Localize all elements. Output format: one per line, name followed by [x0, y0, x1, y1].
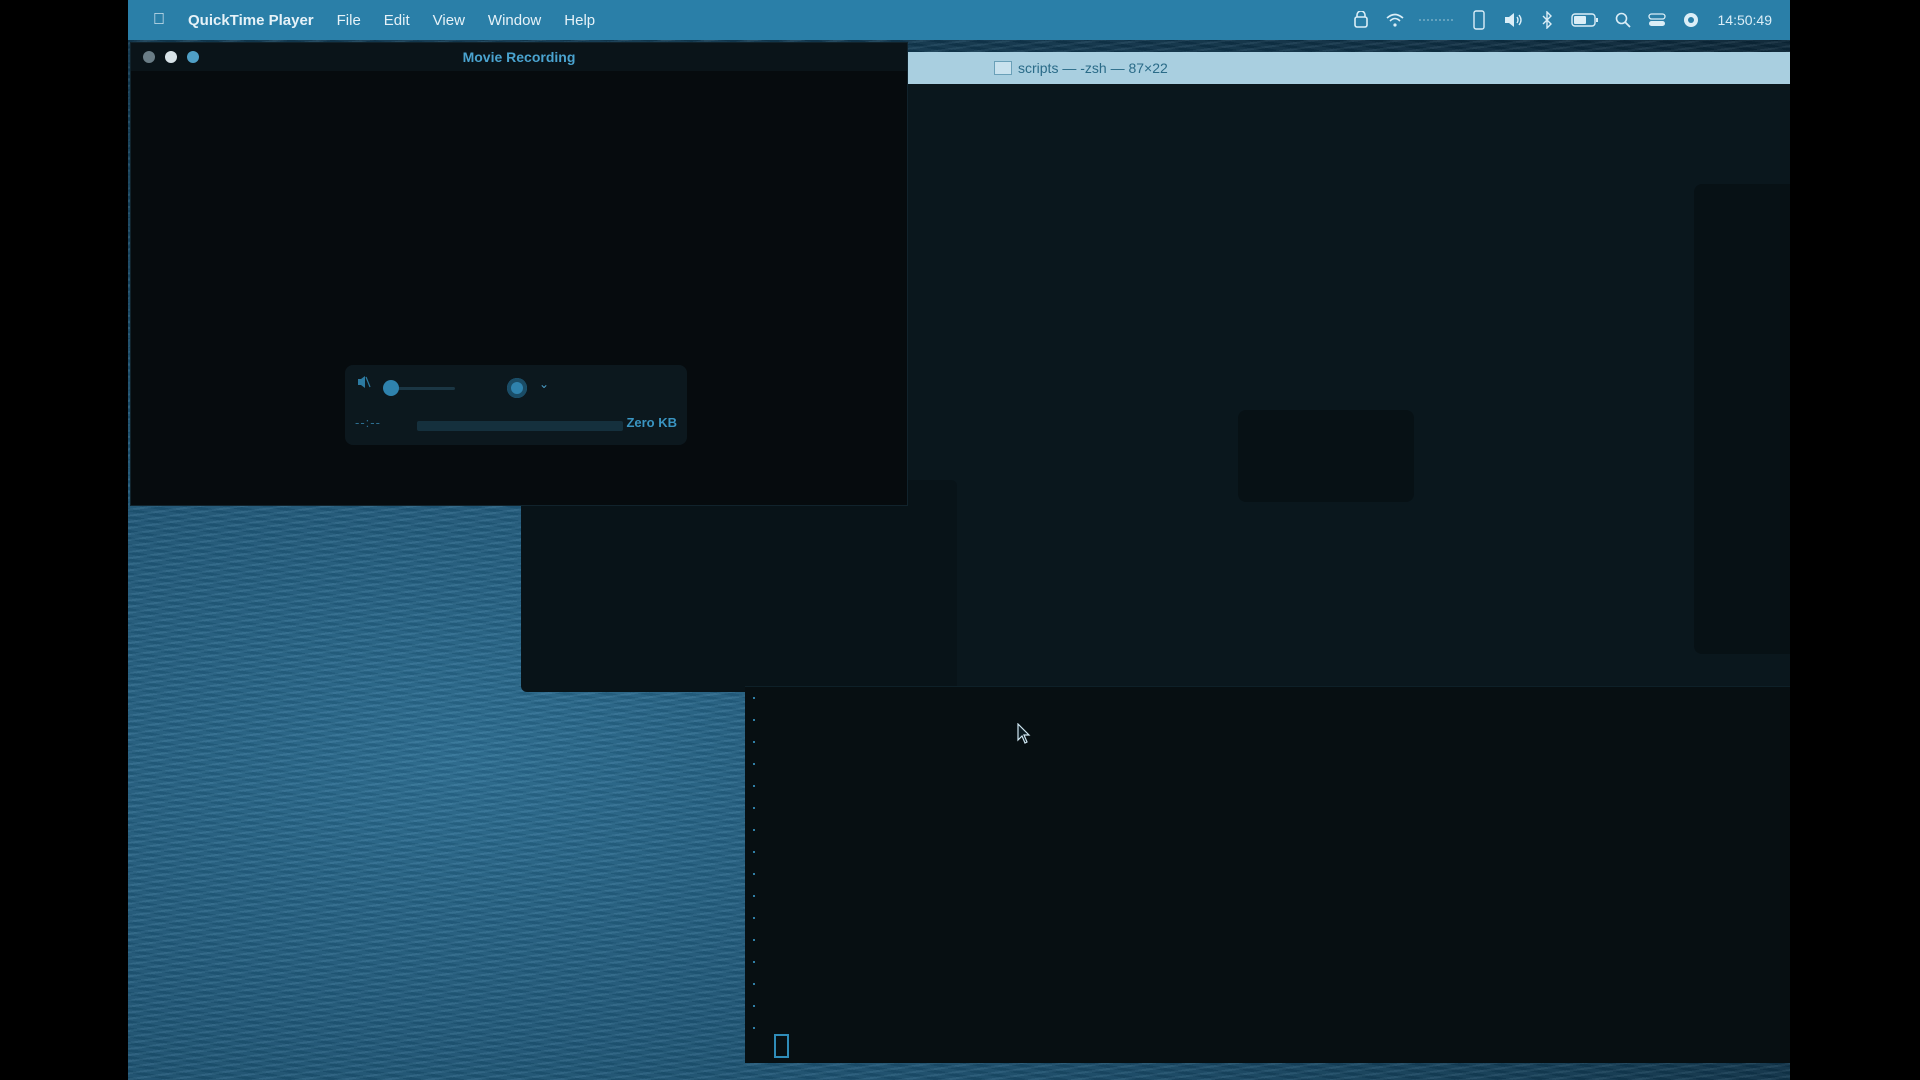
terminal-cursor: [774, 1034, 789, 1058]
battery-icon[interactable]: [1564, 0, 1606, 40]
minimize-button[interactable]: [165, 51, 177, 63]
folder-icon: [994, 61, 1012, 75]
menu-bar:  QuickTime Player File Edit View Window…: [128, 0, 1790, 40]
search-icon[interactable]: [1606, 0, 1640, 40]
control-center-icon[interactable]: [1640, 0, 1674, 40]
volume-slider-knob[interactable]: [383, 380, 399, 396]
app-menu-quicktime[interactable]: QuickTime Player: [188, 12, 314, 29]
recording-controls: ⌄ --:-- Zero KB: [345, 365, 687, 445]
status-area: 14:50:49: [1344, 0, 1773, 40]
keyboard-layout-icon[interactable]: [1412, 0, 1462, 40]
mute-icon[interactable]: [357, 375, 371, 392]
menu-window[interactable]: Window: [488, 12, 541, 29]
menu-edit[interactable]: Edit: [384, 12, 410, 29]
movie-titlebar[interactable]: Movie Recording: [131, 43, 907, 71]
terminal-title: scripts — -zsh — 87×22: [1018, 60, 1168, 76]
chevron-down-icon[interactable]: ⌄: [539, 377, 549, 391]
recording-progress-bar: [417, 421, 623, 431]
close-button[interactable]: [143, 51, 155, 63]
terminal-gutter: [753, 697, 755, 1033]
background-window: [521, 480, 957, 692]
apple-icon[interactable]: : [148, 11, 170, 29]
wifi-icon[interactable]: [1378, 0, 1412, 40]
zoom-button[interactable]: [187, 51, 199, 63]
siri-icon[interactable]: [1674, 0, 1708, 40]
menu-file[interactable]: File: [337, 12, 361, 29]
bluetooth-icon[interactable]: [1530, 0, 1564, 40]
movie-recording-window[interactable]: Movie Recording ⌄ --:-- Zero KB: [130, 42, 908, 506]
elapsed-time: --:--: [355, 415, 381, 430]
volume-icon[interactable]: [1496, 0, 1530, 40]
background-panel: [1238, 410, 1414, 502]
menu-clock[interactable]: 14:50:49: [1718, 12, 1773, 28]
menu-view[interactable]: View: [433, 12, 465, 29]
file-size-label: Zero KB: [626, 415, 677, 430]
desktop:  QuickTime Player File Edit View Window…: [128, 0, 1790, 1080]
phone-icon[interactable]: [1462, 0, 1496, 40]
terminal-titlebar[interactable]: scripts — -zsh — 87×22: [904, 52, 1790, 84]
record-button[interactable]: [507, 378, 527, 398]
menu-help[interactable]: Help: [564, 12, 595, 29]
mouse-pointer-icon: [1017, 723, 1031, 744]
terminal-pane[interactable]: [745, 686, 1790, 1063]
user-lock-icon[interactable]: [1344, 0, 1378, 40]
background-panel: [1694, 184, 1790, 654]
movie-window-title: Movie Recording: [462, 49, 576, 65]
